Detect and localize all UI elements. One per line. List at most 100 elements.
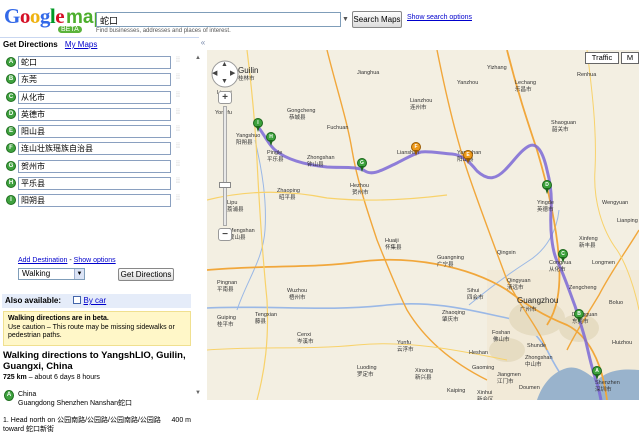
route-pin-d[interactable]: D: [542, 180, 552, 194]
waypoint-row: C 从化市 ⁞⁞: [2, 89, 192, 106]
pin-tail: [414, 150, 418, 156]
map-label-xinxing: Xinxing: [415, 368, 434, 374]
scroll-down-arrow[interactable]: ▼: [195, 390, 201, 396]
route-pin-f[interactable]: F: [411, 142, 421, 156]
route-pin-a[interactable]: A: [592, 366, 602, 380]
start-address: Guangdong Shenzhen Nanshan蛇口: [18, 399, 133, 407]
zoom-slider-track[interactable]: [223, 106, 227, 226]
waypoint-input[interactable]: 从化市: [18, 90, 171, 104]
route-pin-h[interactable]: H: [266, 132, 276, 146]
waypoint-input[interactable]: 蛇口: [18, 56, 171, 69]
waypoint-marker-icon: H: [6, 178, 16, 189]
map-label-shaoguan: Shaoguan: [551, 120, 577, 126]
map-label-zhaoping-cn: 昭平县: [279, 195, 296, 201]
route-pin-g[interactable]: G: [357, 158, 367, 172]
zoom-in-button[interactable]: +: [218, 91, 232, 104]
map-label-zhongshan2: Zhongshan: [525, 355, 553, 361]
show-search-options-link[interactable]: Show search options: [407, 14, 472, 21]
pan-left-icon[interactable]: ◀: [212, 69, 217, 77]
waypoint-input[interactable]: 东莞: [18, 73, 171, 87]
map-label-yizhang: Yizhang: [487, 65, 507, 71]
map-label-wengyuan: Wengyuan: [602, 200, 629, 206]
map-label-conghua-cn: 从化市: [549, 267, 566, 273]
drag-handle-icon[interactable]: ⁞⁞: [176, 178, 180, 185]
search-maps-button[interactable]: Search Maps: [352, 11, 402, 28]
beta-badge: BETA: [58, 26, 82, 33]
tab-get-directions[interactable]: Get Directions: [3, 40, 58, 49]
drag-handle-icon[interactable]: ⁞⁞: [176, 92, 180, 99]
pan-right-icon[interactable]: ▶: [230, 69, 235, 77]
map-label-guangzhou-cn: 广州市: [520, 307, 537, 313]
travel-mode-select[interactable]: Walking ▼: [18, 268, 85, 280]
drag-handle-icon[interactable]: ⁞⁞: [176, 126, 180, 133]
map-label-xinfeng-cn: 新丰县: [579, 243, 596, 249]
route-distance: 725 km: [3, 374, 27, 381]
warning-text: Use caution – This route may be missing …: [8, 323, 175, 340]
map-label-guangning-cn: 广宁县: [437, 262, 454, 268]
traffic-button[interactable]: Traffic: [585, 52, 619, 64]
map-label-guilin: Guilin: [238, 66, 259, 75]
route-pin-c[interactable]: C: [558, 249, 568, 263]
waypoint-input[interactable]: 阳朔县: [18, 194, 171, 208]
waypoint-input[interactable]: 连山壮族瑶族自治县: [18, 142, 171, 156]
waypoint-input[interactable]: 平乐县: [18, 177, 171, 191]
waypoint-row: I 阳朔县 ⁞⁞: [2, 192, 192, 209]
pan-up-icon[interactable]: ▲: [221, 61, 228, 68]
logo-google-text: Google: [4, 4, 65, 28]
drag-handle-icon[interactable]: ⁞⁞: [176, 195, 180, 202]
drag-handle-icon[interactable]: ⁞⁞: [176, 161, 180, 168]
drag-handle-icon[interactable]: ⁞⁞: [176, 74, 180, 81]
map-label-boluo: Boluo: [609, 300, 624, 306]
map-view[interactable]: Guilin 桂林市 Yangshuo 阳朔县 Gongcheng 恭城县 Pingle 平乐…: [207, 50, 639, 400]
waypoint-input[interactable]: 阳山县: [18, 125, 171, 139]
route-pin-e[interactable]: E: [463, 150, 473, 164]
show-options-link[interactable]: Show options: [74, 257, 116, 264]
add-destination-link[interactable]: Add Destination: [18, 257, 67, 264]
zoom-out-button[interactable]: −: [218, 228, 232, 241]
by-car-link[interactable]: By car: [84, 296, 107, 305]
map-label-zengcheng: Zengcheng: [569, 285, 597, 291]
pin-tail: [561, 257, 565, 263]
warning-title: Walking directions are in beta.: [8, 315, 109, 322]
map-label-lechang-cn: 乐昌市: [515, 87, 532, 93]
drag-handle-icon[interactable]: ⁞⁞: [176, 109, 180, 116]
drag-handle-icon[interactable]: ⁞⁞: [176, 57, 180, 64]
map-label-hezhou-cn: 贺州市: [352, 190, 369, 196]
drag-handle-icon[interactable]: ⁞⁞: [176, 143, 180, 150]
map-label-gongcheng: Gongcheng: [287, 108, 316, 114]
search-dropdown-icon[interactable]: ▼: [341, 12, 350, 27]
panel-tabs: Get Directions My Maps: [0, 38, 199, 52]
map-label-qingyuan-cn: 清远市: [507, 285, 524, 291]
route-pin-b[interactable]: B: [574, 309, 584, 323]
zoom-slider-handle[interactable]: [219, 182, 231, 188]
map-label-lianping: Lianping: [617, 218, 638, 224]
collapse-panel-icon[interactable]: «: [199, 38, 207, 48]
start-marker-icon[interactable]: A: [4, 390, 14, 401]
direction-step[interactable]: 1. Head north on 公园南路/公园路/公园南路/公园路 towar…: [3, 417, 191, 434]
map-label-shenzhen: Shenzhen: [595, 380, 620, 386]
search-hint: Find businesses, addresses and places of…: [96, 28, 231, 34]
waypoint-marker-icon: F: [6, 143, 16, 154]
map-label-huaiji-cn: 怀集县: [385, 245, 402, 251]
get-directions-button[interactable]: Get Directions: [118, 268, 174, 281]
route-pin-i[interactable]: I: [253, 118, 263, 132]
search-input[interactable]: 蛇口: [96, 12, 341, 27]
waypoint-marker-icon: I: [6, 195, 16, 206]
map-label-pingnan-cn: 平南县: [217, 287, 234, 293]
chevron-down-icon: ▼: [74, 269, 84, 279]
step-distance: 400 m: [171, 417, 191, 424]
map-label-zhongshan-cn: 钟山县: [307, 162, 324, 168]
tab-my-maps[interactable]: My Maps: [65, 40, 97, 49]
waypoint-links: Add Destination - Show options: [18, 257, 116, 264]
more-button[interactable]: M: [621, 52, 639, 64]
map-label-cenxi: Cenxi: [297, 332, 312, 338]
route-summary: 725 km – about 6 days 8 hours: [3, 374, 100, 381]
waypoint-input[interactable]: 英德市: [18, 107, 171, 121]
scroll-up-arrow[interactable]: ▲: [195, 55, 201, 61]
pin-tail: [360, 166, 364, 172]
pan-down-icon[interactable]: ▼: [221, 78, 228, 85]
map-label-jiangmen: Jiangmen: [497, 372, 521, 378]
step-text: 1. Head north on 公园南路/公园路/公园南路/公园路 towar…: [3, 417, 161, 433]
map-label-luoding: Luoding: [357, 365, 377, 371]
waypoint-input[interactable]: 贺州市: [18, 159, 171, 173]
